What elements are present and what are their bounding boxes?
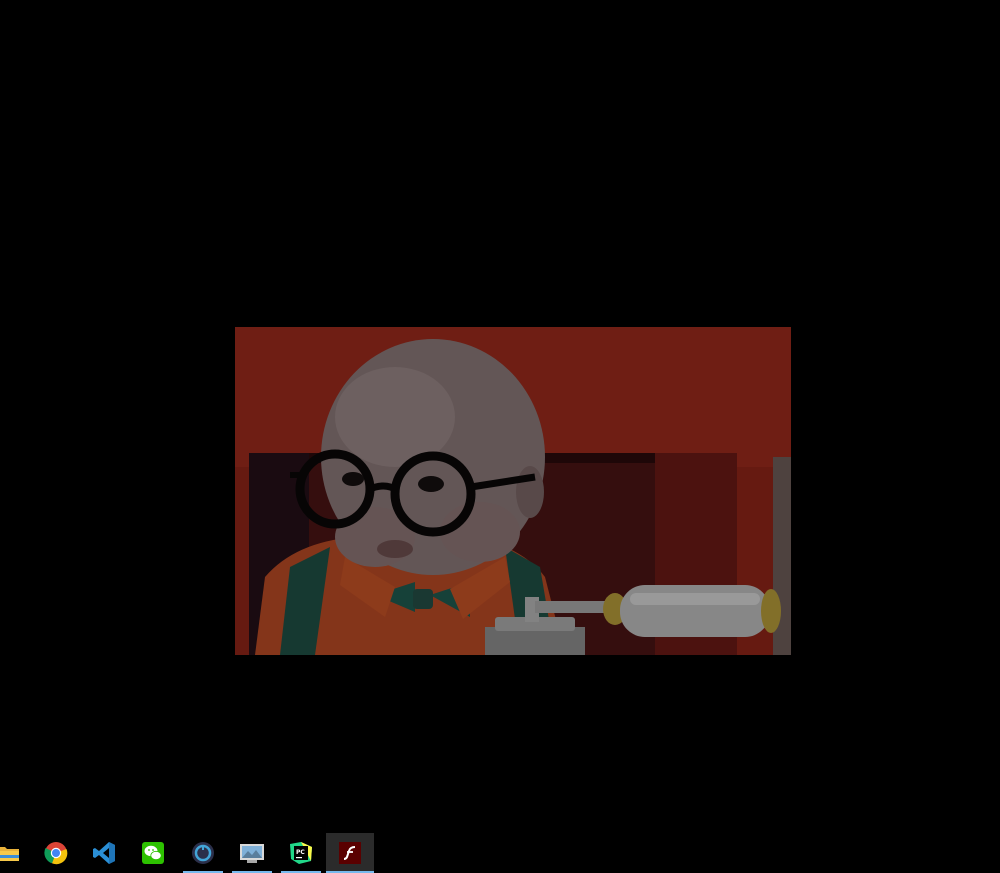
flash-icon	[339, 842, 361, 864]
taskbar: PC	[0, 833, 1000, 873]
taskbar-chrome-button[interactable]	[32, 833, 80, 873]
taskbar-flash-button[interactable]	[326, 833, 374, 873]
pycharm-icon: PC	[290, 842, 312, 864]
taskbar-wechat-button[interactable]	[129, 833, 177, 873]
photos-icon	[240, 844, 264, 863]
taskbar-file-explorer-button[interactable]	[0, 833, 32, 873]
circle-app-icon	[192, 842, 214, 864]
baby-photo	[235, 327, 791, 655]
taskbar-pycharm-button[interactable]: PC	[277, 833, 325, 873]
wechat-icon	[142, 842, 164, 864]
baby-photo-image	[235, 327, 791, 655]
desktop-background	[0, 0, 1000, 833]
svg-text:PC: PC	[296, 849, 305, 856]
taskbar-photos-button[interactable]	[228, 833, 276, 873]
folder-icon	[0, 847, 19, 861]
taskbar-vscode-button[interactable]	[80, 833, 128, 873]
chrome-icon	[44, 842, 68, 865]
vscode-icon	[93, 842, 115, 864]
taskbar-circle-app-button[interactable]	[179, 833, 227, 873]
